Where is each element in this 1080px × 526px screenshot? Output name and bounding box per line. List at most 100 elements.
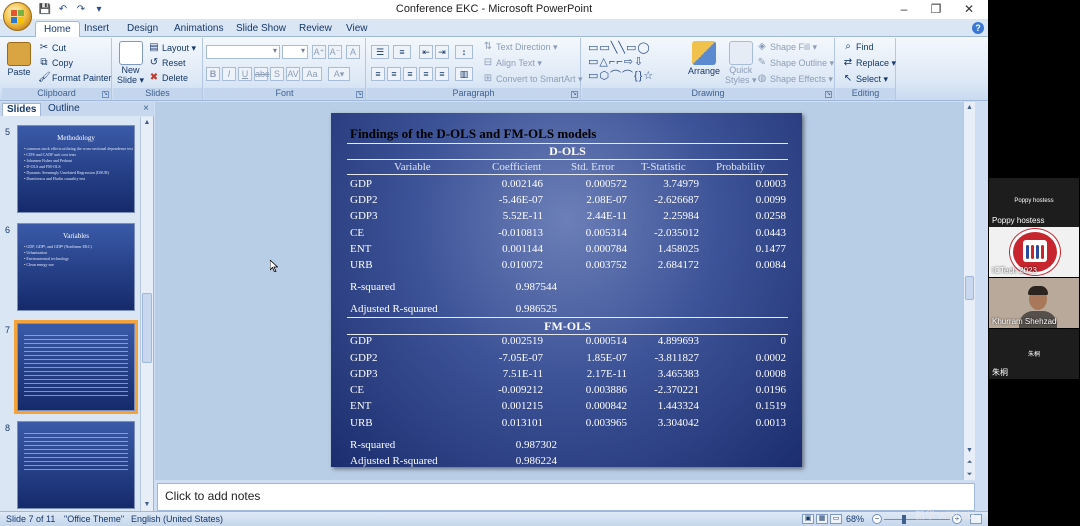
- align-center-button[interactable]: ≡: [387, 67, 401, 81]
- arrange-button[interactable]: Arrange: [688, 41, 720, 76]
- copy-button[interactable]: ⧉ Copy: [38, 57, 73, 69]
- slide-title[interactable]: Findings of the D-OLS and FM-OLS models: [350, 126, 596, 142]
- char-spacing-button[interactable]: AV: [286, 67, 300, 81]
- slide-thumbnail-6[interactable]: Variables GDP, GDP², and GDP³ (Nonlinear…: [17, 223, 135, 311]
- paste-button[interactable]: Paste: [7, 42, 31, 77]
- slide-thumbnail-7[interactable]: [14, 320, 138, 414]
- participant-tile[interactable]: Poppy hostess Poppy hostess: [989, 178, 1079, 227]
- scroll-thumb[interactable]: [965, 276, 974, 300]
- distributed-button[interactable]: ≡: [435, 67, 449, 81]
- shrink-font-button[interactable]: A⁻: [328, 45, 342, 59]
- notes-placeholder[interactable]: Click to add notes: [165, 489, 260, 503]
- numbering-button[interactable]: ≡: [393, 45, 411, 59]
- italic-button[interactable]: I: [222, 67, 236, 81]
- align-text-button[interactable]: ⊟ Align Text ▾: [482, 57, 542, 69]
- font-name-combo[interactable]: [206, 45, 280, 59]
- minimize-button[interactable]: –: [892, 1, 916, 17]
- align-left-button[interactable]: ≡: [371, 67, 385, 81]
- tab-review[interactable]: Review: [291, 21, 340, 37]
- maximize-button[interactable]: ❐: [924, 1, 948, 17]
- notes-pane[interactable]: Click to add notes: [157, 483, 975, 511]
- scroll-thumb[interactable]: [142, 293, 152, 363]
- font-color-button[interactable]: A▾: [328, 67, 350, 81]
- language-indicator[interactable]: English (United States): [131, 514, 223, 524]
- tab-design[interactable]: Design: [119, 21, 166, 37]
- layout-button[interactable]: ▤ Layout ▾: [148, 42, 196, 54]
- bold-button[interactable]: B: [206, 67, 220, 81]
- scroll-up-icon[interactable]: ▲: [964, 102, 975, 113]
- strikethrough-button[interactable]: abc: [254, 67, 270, 81]
- shape-fill-button[interactable]: ◈ Shape Fill ▾: [756, 41, 817, 53]
- increase-indent-button[interactable]: ⇥: [435, 45, 449, 59]
- drawing-launcher[interactable]: ↘: [825, 91, 832, 98]
- tab-slide-show[interactable]: Slide Show: [228, 21, 294, 37]
- change-case-button[interactable]: Aa: [302, 67, 322, 81]
- tab-animations[interactable]: Animations: [166, 21, 231, 37]
- close-pane-icon[interactable]: ×: [143, 103, 149, 114]
- format-painter-button[interactable]: 🖌 Format Painter: [38, 72, 112, 84]
- zoom-level[interactable]: 68%: [846, 514, 864, 524]
- slide-thumbnail-5[interactable]: Methodology common stock effects utilizi…: [17, 125, 135, 213]
- brush-icon: 🖌: [38, 72, 51, 83]
- zoom-out-icon[interactable]: −: [872, 514, 882, 524]
- slide-thumbnail-8[interactable]: [17, 421, 135, 509]
- scroll-down-icon[interactable]: ▼: [141, 499, 153, 511]
- reset-button[interactable]: ↺ Reset: [148, 57, 186, 69]
- meeting-participants-panel: Poppy hostess Poppy hostess ICTech 2023 …: [988, 0, 1080, 526]
- shape-outline-button[interactable]: ✎ Shape Outline ▾: [756, 57, 834, 69]
- tab-insert[interactable]: Insert: [76, 21, 117, 37]
- tab-slides[interactable]: Slides: [2, 103, 42, 116]
- dols-adj-r-squared-label: Adjusted R-squared: [350, 303, 438, 315]
- close-button[interactable]: ✕: [957, 1, 981, 17]
- replace-button[interactable]: ⇄ Replace ▾: [842, 57, 896, 69]
- convert-smartart-button[interactable]: ⊞ Convert to SmartArt ▾: [482, 73, 583, 85]
- normal-view-icon[interactable]: ▣: [802, 514, 814, 524]
- grow-font-button[interactable]: A⁺: [312, 45, 326, 59]
- slide-thumbnails: 5 Methodology common stock effects utili…: [0, 117, 140, 511]
- text-direction-button[interactable]: ⇅ Text Direction ▾: [482, 41, 558, 53]
- tab-home[interactable]: Home: [35, 21, 80, 38]
- scroll-up-icon[interactable]: ▲: [141, 117, 153, 129]
- clipboard-launcher[interactable]: ↘: [102, 91, 109, 98]
- zoom-slider-knob[interactable]: [902, 515, 906, 524]
- scroll-down-icon[interactable]: ▼: [964, 445, 975, 456]
- slide-show-icon[interactable]: ▭: [830, 514, 842, 524]
- new-slide-button[interactable]: New Slide ▾: [117, 41, 144, 85]
- justify-button[interactable]: ≡: [419, 67, 433, 81]
- cut-button[interactable]: ✂ Cut: [38, 42, 66, 54]
- next-slide-icon[interactable]: ⏷: [964, 469, 975, 480]
- participant-tile[interactable]: Khurram Shehzad: [989, 278, 1079, 328]
- tab-outline[interactable]: Outline: [44, 103, 84, 116]
- arrange-icon: [692, 41, 717, 65]
- current-slide[interactable]: Findings of the D-OLS and FM-OLS models …: [331, 113, 802, 467]
- align-right-button[interactable]: ≡: [403, 67, 417, 81]
- participant-tile[interactable]: 朱桐 朱桐: [989, 329, 1079, 379]
- quick-styles-button[interactable]: Quick Styles ▾: [725, 41, 757, 85]
- slide-sorter-icon[interactable]: ▦: [816, 514, 828, 524]
- line-spacing-button[interactable]: ↕: [455, 45, 473, 59]
- font-launcher[interactable]: ↘: [356, 91, 363, 98]
- help-icon[interactable]: ?: [972, 22, 984, 34]
- clear-format-button[interactable]: A: [346, 45, 360, 59]
- delete-slide-button[interactable]: ✖ Delete: [148, 72, 188, 84]
- tab-view[interactable]: View: [338, 21, 376, 37]
- font-size-combo[interactable]: [282, 45, 308, 59]
- powerpoint-window: 💾 ↶ ↷ ▾ Conference EKC - Microsoft Power…: [0, 0, 988, 526]
- paragraph-launcher[interactable]: ↘: [571, 91, 578, 98]
- participant-tile[interactable]: ICTech 2023: [989, 227, 1079, 277]
- find-button[interactable]: ⌕ Find: [842, 41, 873, 53]
- shapes-gallery[interactable]: ▭▭╲╲▭◯ ▭△⌐⌐⇨⇩ ▭⬡⌒⌒{}☆: [588, 41, 672, 83]
- office-button[interactable]: [3, 2, 32, 31]
- shadow-button[interactable]: S: [270, 67, 284, 81]
- select-button[interactable]: ↖ Select ▾: [842, 73, 888, 85]
- previous-slide-icon[interactable]: ⏶: [964, 457, 975, 468]
- col-header-std-error: Std. Error: [571, 161, 615, 173]
- text-direction-icon: ⇅: [483, 41, 493, 52]
- decrease-indent-button[interactable]: ⇤: [419, 45, 433, 59]
- slides-pane-scrollbar[interactable]: ▲ ▼: [140, 117, 153, 511]
- underline-button[interactable]: U: [238, 67, 252, 81]
- slide-scrollbar[interactable]: ▲ ▼ ⏶ ⏷: [963, 102, 975, 480]
- columns-button[interactable]: ▥: [455, 67, 473, 81]
- shape-effects-button[interactable]: ◍ Shape Effects ▾: [756, 73, 833, 85]
- bullets-button[interactable]: ☰: [371, 45, 389, 59]
